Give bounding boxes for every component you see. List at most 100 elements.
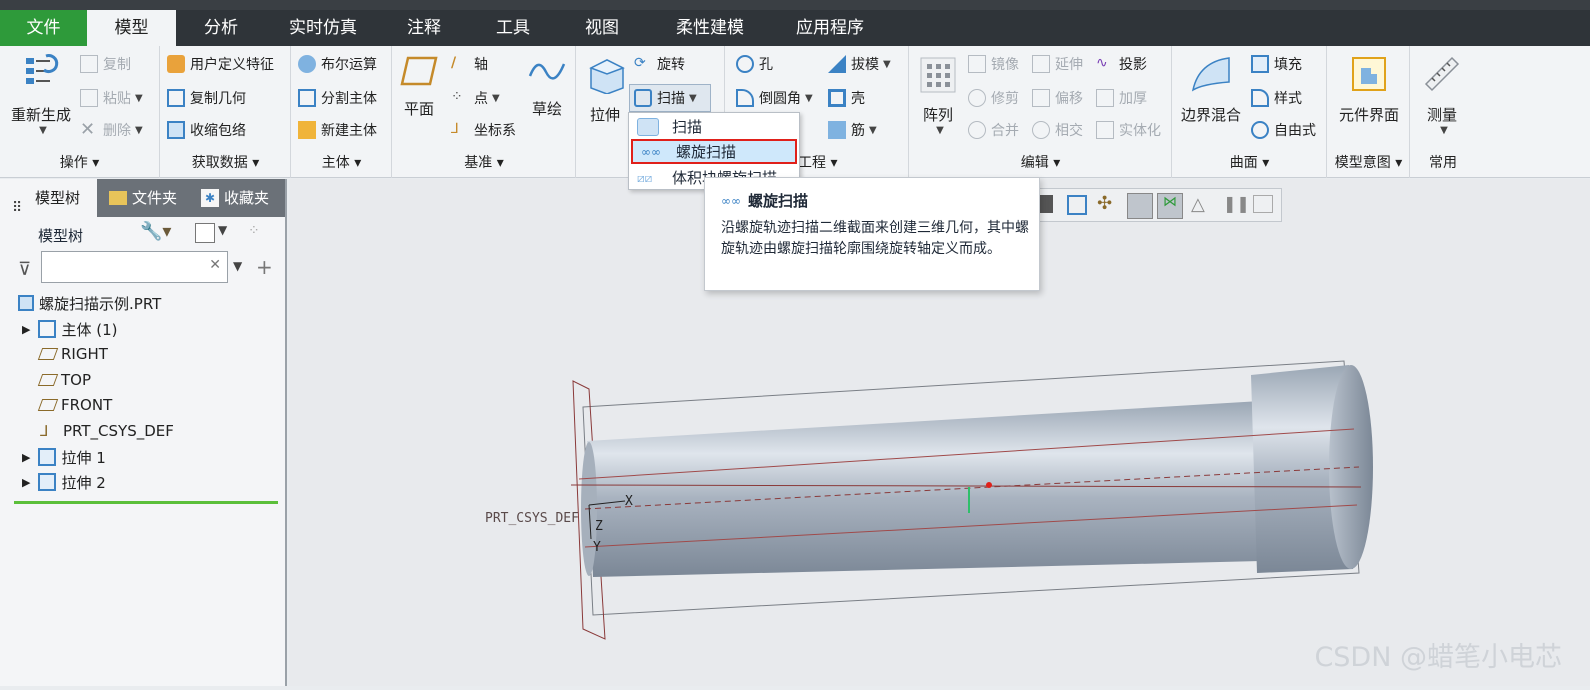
stop-icon[interactable] [1253,195,1273,213]
tree-item-part[interactable]: 螺旋扫描示例.PRT [18,291,161,315]
group-label-edit[interactable]: 编辑 ▾ [910,152,1171,172]
tree-item-extrude-1[interactable]: ▶ 拉伸 1 [22,445,106,469]
intersect-button[interactable]: 相交 [1032,120,1083,140]
tab-realtime-sim[interactable]: 实时仿真 [266,10,380,46]
filter-icon[interactable]: ⊽ [18,259,31,280]
tree-item-top[interactable]: TOP [37,368,91,392]
mirror-button[interactable]: 镜像 [968,54,1019,74]
display-style-icon[interactable] [1067,195,1087,215]
style-button[interactable]: 样式 [1251,88,1302,108]
tree-item-csys[interactable]: ⅃ PRT_CSYS_DEF [40,419,174,443]
clear-icon[interactable]: ✕ [209,257,221,273]
delete-button[interactable]: ✕ 删除 ▼ [80,120,143,140]
menu-item-helical-sweep[interactable]: ∞∞ 螺旋扫描 [631,139,797,164]
settings-tools-icon[interactable]: 🔧▾ [140,221,171,242]
round-button[interactable]: 倒圆角 ▼ [736,88,813,108]
shrinkwrap-button[interactable]: 收缩包络 [167,120,246,140]
expand-arrow-icon[interactable]: ▶ [22,323,30,336]
menu-item-sweep[interactable]: 扫描 [629,114,801,139]
tree-search-input[interactable]: ✕ [41,251,228,283]
split-body-button[interactable]: 分割主体 [298,88,377,108]
expand-arrow-icon[interactable]: ▶ [22,451,30,464]
spin-center-icon[interactable] [1127,193,1153,219]
tab-applications[interactable]: 应用程序 [774,10,886,46]
new-body-button[interactable]: 新建主体 [298,120,377,140]
plane-button[interactable]: 平面 [397,54,441,119]
tab-favorites[interactable]: ✱ 收藏夹 [189,179,285,217]
sketch-label: 草绘 [531,100,562,118]
thicken-button[interactable]: 加厚 [1096,88,1147,108]
sweep-button[interactable]: 扫描 ▼ [629,84,711,112]
point-button[interactable]: ⁘ 点 ▼ [451,88,500,108]
group-get-data: 用户定义特征 复制几何 收缩包络 获取数据 ▾ [161,46,291,178]
tab-tools[interactable]: 工具 [468,10,558,46]
insert-indicator[interactable] [14,501,278,504]
tree-item-body[interactable]: ▶ 主体 (1) [22,317,118,341]
tree-item-extrude-2[interactable]: ▶ 拉伸 2 [22,470,106,494]
shell-button[interactable]: 壳 [828,88,865,108]
chevron-down-icon: ▼ [1440,125,1448,136]
column-display-icon[interactable]: ⁘ [248,223,272,243]
axis-button[interactable]: / 轴 [451,54,488,74]
add-icon[interactable]: + [256,255,273,279]
copy-geometry-button[interactable]: 复制几何 [167,88,246,108]
freestyle-button[interactable]: 自由式 [1251,120,1316,140]
annotation-display-icon[interactable]: ⋈ [1157,193,1183,219]
rib-button[interactable]: 筋 ▼ [828,120,877,140]
pattern-button[interactable]: 阵列 ▼ [916,54,960,136]
tree-item-front[interactable]: FRONT [37,393,112,417]
tab-model-tree[interactable]: ⠿ 模型树 [0,179,97,217]
group-label-engineering[interactable]: 工程 ▾ [798,152,837,172]
boolean-icon [298,55,316,73]
copy-button[interactable]: 复制 [80,54,131,74]
pause-icon[interactable]: ❚❚ [1223,194,1250,213]
model-tree-header: 模型树 [38,227,84,245]
title-bar [0,0,1590,10]
project-button[interactable]: ∿ 投影 [1096,54,1147,74]
solidify-button[interactable]: 实体化 [1096,120,1161,140]
group-label-get-data[interactable]: 获取数据 ▾ [161,152,290,172]
tree-item-right[interactable]: RIGHT [37,342,108,366]
tab-annotate[interactable]: 注释 [380,10,468,46]
expand-arrow-icon[interactable]: ▶ [22,476,30,489]
hole-button[interactable]: 孔 [736,54,773,74]
chevron-down-icon: ▼ [39,125,47,136]
measure-button[interactable]: 测量 ▼ [1417,54,1467,136]
project-icon: ∿ [1096,55,1108,71]
tab-analysis[interactable]: 分析 [176,10,266,46]
revolve-button[interactable]: ⟳ 旋转 [634,54,685,74]
group-label-datum[interactable]: 基准 ▾ [393,152,575,172]
tab-folder-browser[interactable]: 文件夹 [97,179,189,217]
group-label-body[interactable]: 主体 ▾ [292,152,391,172]
extend-button[interactable]: 延伸 [1032,54,1083,74]
tab-view[interactable]: 视图 [558,10,646,46]
udf-button[interactable]: 用户定义特征 [167,54,274,74]
boolean-button[interactable]: 布尔运算 [298,54,377,74]
style-label: 样式 [1274,91,1302,107]
tab-model[interactable]: 模型 [87,10,176,46]
perspective-icon[interactable]: △ [1191,194,1205,215]
regenerate-button[interactable]: 重新生成 ▼ [8,52,74,136]
tab-file[interactable]: 文件 [0,10,87,46]
offset-button[interactable]: 偏移 [1032,88,1083,108]
chevron-down-icon[interactable]: ▼ [233,259,242,273]
boundary-blend-button[interactable]: 边界混合 [1177,54,1245,125]
trim-button[interactable]: 修剪 [968,88,1019,108]
datum-display-icon[interactable]: ✣ [1097,193,1112,214]
component-interface-button[interactable]: 元件界面 [1332,54,1406,125]
group-label-model-intent[interactable]: 模型意图 ▾ [1328,152,1409,172]
sweep-icon [637,117,659,136]
group-label-operations[interactable]: 操作 ▾ [0,152,159,172]
freestyle-icon [1251,121,1269,139]
group-label-surfaces[interactable]: 曲面 ▾ [1173,152,1326,172]
fill-button[interactable]: 填充 [1251,54,1302,74]
extrude-button[interactable]: 拉伸 [583,54,627,125]
chevron-down-icon[interactable]: ▼ [218,223,227,237]
sketch-button[interactable]: 草绘 [525,54,569,119]
paste-button[interactable]: 粘贴 ▼ [80,88,143,108]
csys-button[interactable]: ⅃ 坐标系 [451,120,516,140]
draft-button[interactable]: 拔模 ▼ [828,54,891,74]
merge-button[interactable]: 合并 [968,120,1019,140]
tab-flexible-modeling[interactable]: 柔性建模 [646,10,774,46]
show-list-icon[interactable] [195,223,215,243]
